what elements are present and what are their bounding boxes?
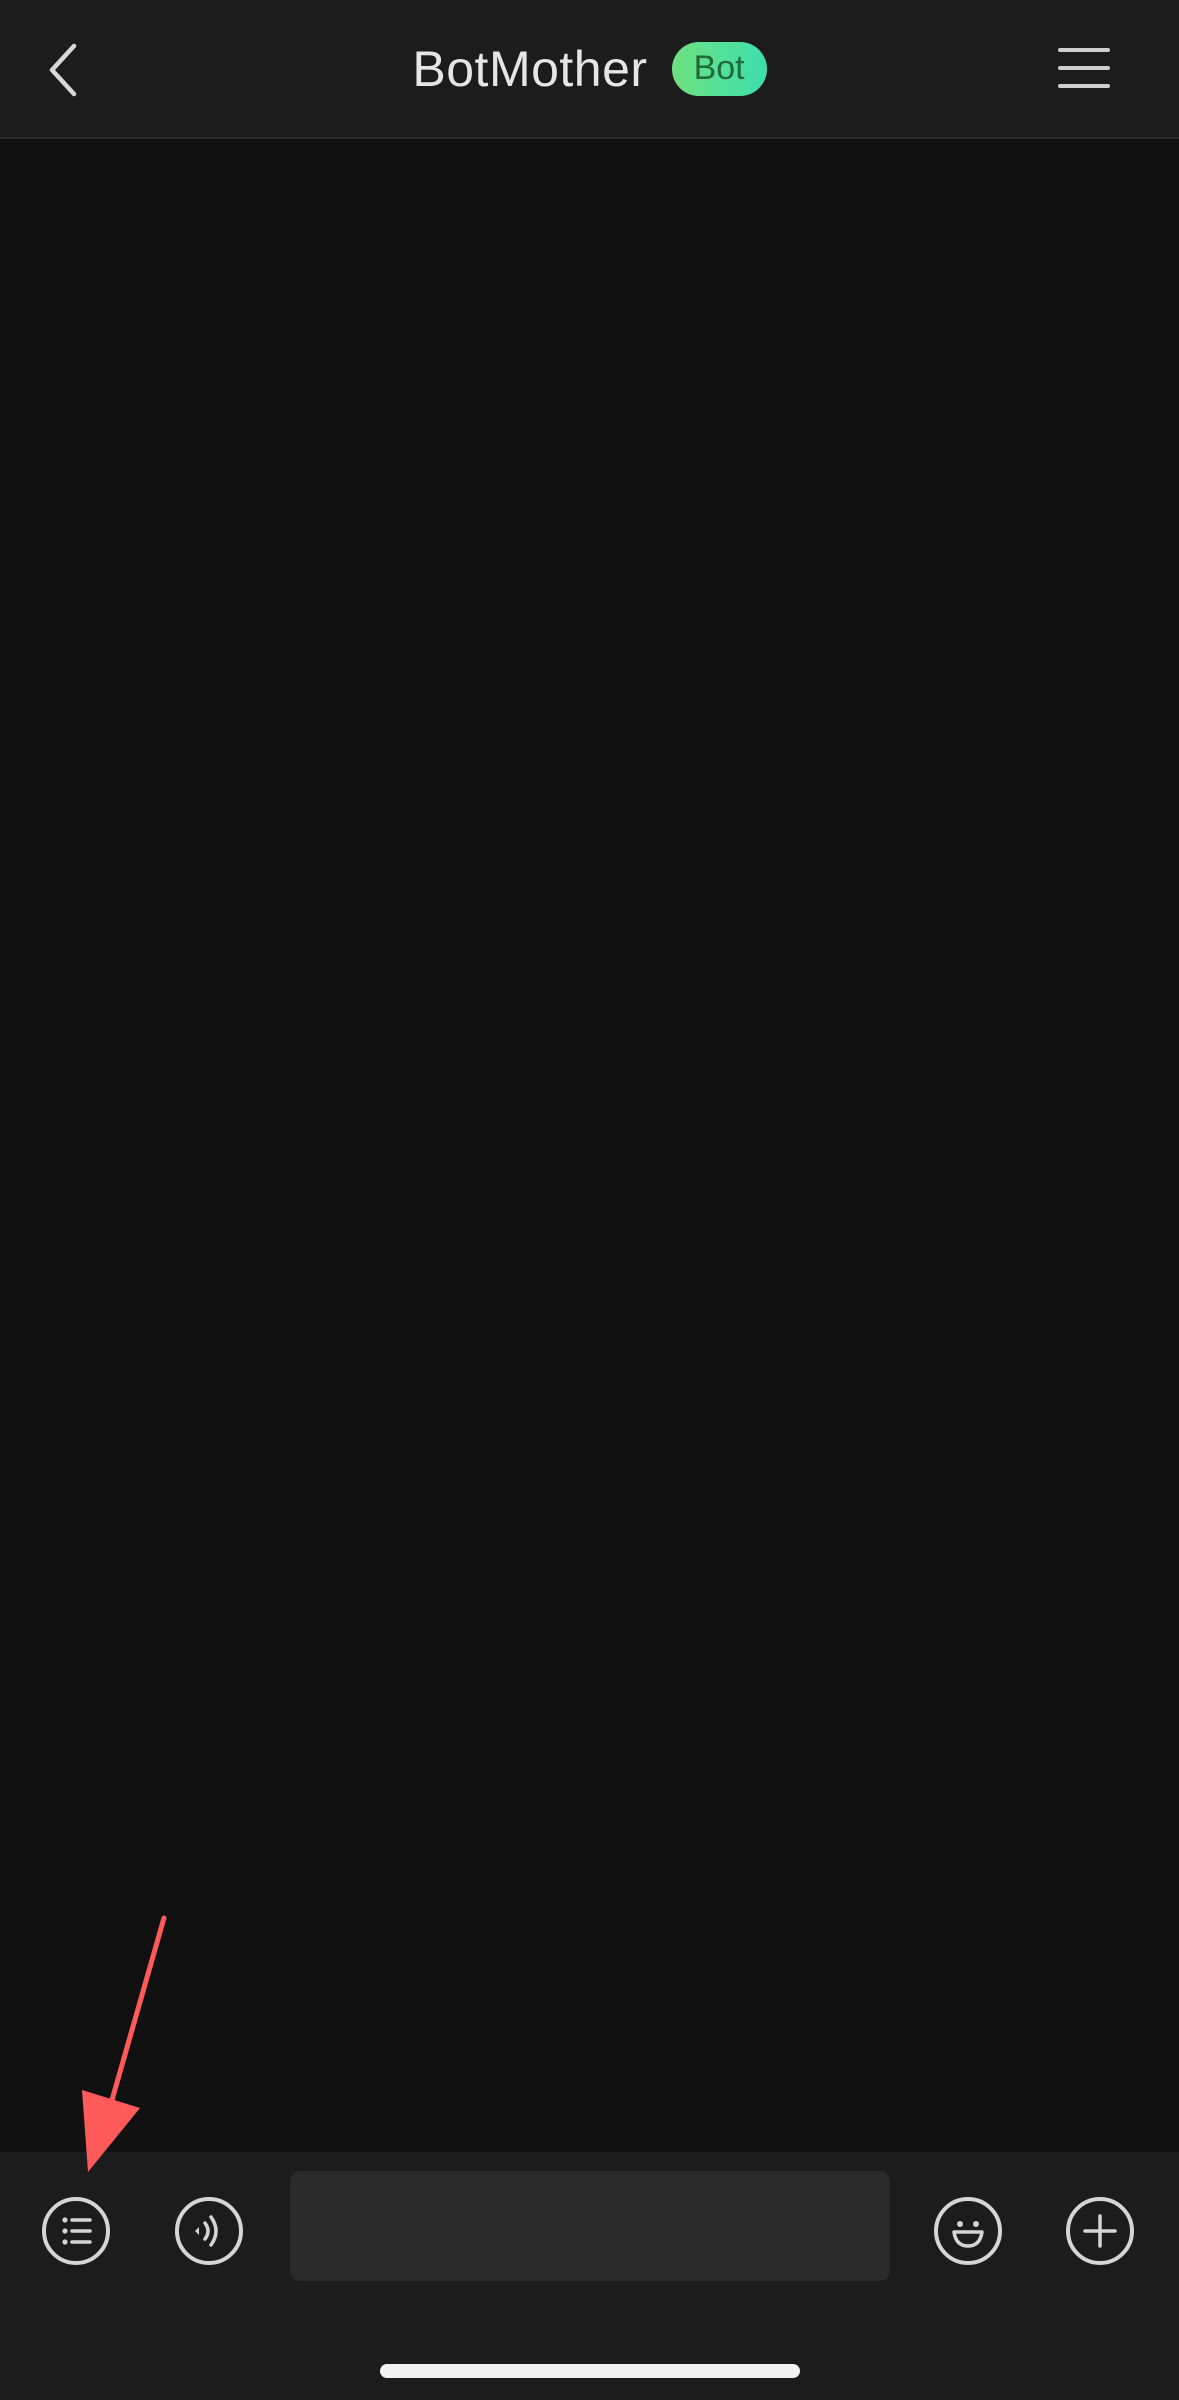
bot-menu-button[interactable] (42, 2197, 110, 2265)
voice-button[interactable] (175, 2197, 243, 2265)
emoji-icon (952, 2221, 984, 2248)
message-list[interactable] (0, 139, 1179, 2152)
message-input[interactable] (290, 2171, 890, 2281)
chat-screen: BotMother Bot (0, 0, 1179, 2400)
page-title: BotMother (412, 40, 648, 97)
navigation-header: BotMother Bot (0, 0, 1179, 139)
bot-badge: Bot (671, 41, 767, 96)
chevron-left-icon (49, 43, 77, 97)
menu-button[interactable] (1058, 42, 1114, 94)
voice-icon (195, 2215, 218, 2247)
emoji-button[interactable] (934, 2197, 1002, 2265)
plus-icon (1083, 2214, 1117, 2248)
home-indicator (380, 2364, 800, 2378)
back-button[interactable] (38, 30, 88, 110)
hamburger-menu-icon (1058, 48, 1110, 52)
add-attachment-button[interactable] (1066, 2197, 1134, 2265)
list-menu-icon (62, 2217, 92, 2245)
header-title-group: BotMother Bot (0, 0, 1179, 137)
